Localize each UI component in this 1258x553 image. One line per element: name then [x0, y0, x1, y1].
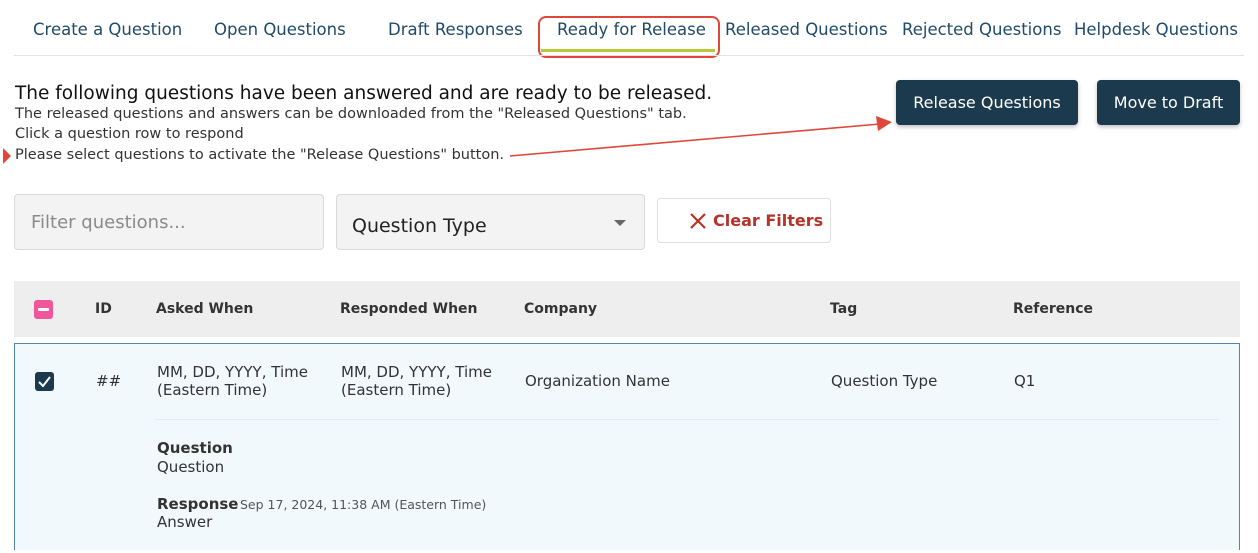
caret-down-icon — [614, 220, 626, 226]
row-id: ## — [96, 372, 122, 390]
row-tag: Question Type — [831, 372, 938, 390]
filter-questions-input[interactable] — [14, 194, 324, 250]
column-header-company[interactable]: Company — [524, 301, 597, 317]
row-checkbox[interactable] — [35, 372, 54, 391]
row-responded-when-date: MM, DD, YYYY, Time — [341, 363, 492, 381]
row-detail-divider — [155, 419, 1219, 420]
column-header-id[interactable]: ID — [95, 301, 112, 317]
table-header: ID Asked When Responded When Company Tag… — [14, 281, 1240, 337]
select-all-checkbox[interactable] — [34, 300, 53, 319]
column-header-tag[interactable]: Tag — [830, 301, 857, 317]
question-text: Question — [157, 458, 225, 476]
column-header-reference[interactable]: Reference — [1013, 301, 1093, 317]
clear-filters-label: Clear Filters — [713, 211, 824, 230]
row-reference: Q1 — [1014, 372, 1036, 390]
close-icon — [690, 213, 706, 229]
row-responded-when-zone: (Eastern Time) — [341, 381, 452, 399]
clear-filters-button[interactable]: Clear Filters — [657, 198, 831, 243]
tab-draft-responses[interactable]: Draft Responses — [388, 20, 523, 39]
column-header-responded-when[interactable]: Responded When — [340, 301, 478, 317]
response-label: Response — [157, 495, 239, 513]
tab-rejected-questions[interactable]: Rejected Questions — [902, 20, 1061, 39]
release-questions-button[interactable]: Release Questions — [896, 80, 1078, 125]
response-text: Answer — [157, 513, 213, 531]
intro-click-note: Click a question row to respond — [15, 126, 244, 142]
intro-select-note: Please select questions to activate the … — [15, 147, 505, 163]
tab-helpdesk-questions[interactable]: Helpdesk Questions — [1074, 20, 1238, 39]
tab-open-questions[interactable]: Open Questions — [214, 20, 346, 39]
response-timestamp: Sep 17, 2024, 11:38 AM (Eastern Time) — [240, 497, 487, 512]
question-label: Question — [157, 439, 233, 457]
tab-divider — [14, 55, 1244, 56]
tab-bar: Create a Question Open Questions Draft R… — [0, 0, 1258, 58]
intro-heading: The following questions have been answer… — [15, 83, 713, 104]
tab-released-questions[interactable]: Released Questions — [725, 20, 888, 39]
annotation-highlight-box — [538, 16, 720, 58]
table-row[interactable]: ## MM, DD, YYYY, Time (Eastern Time) MM,… — [14, 343, 1240, 550]
annotation-marker — [3, 148, 11, 164]
intro-download-note: The released questions and answers can b… — [15, 106, 687, 122]
checkmark-icon — [38, 376, 51, 388]
row-asked-when-date: MM, DD, YYYY, Time — [157, 363, 308, 381]
question-type-select-value: Question Type — [352, 215, 487, 237]
column-header-asked-when[interactable]: Asked When — [156, 301, 253, 317]
move-to-draft-button[interactable]: Move to Draft — [1097, 80, 1240, 125]
question-type-select[interactable]: Question Type — [336, 194, 645, 250]
row-company: Organization Name — [525, 372, 670, 390]
tab-create-question[interactable]: Create a Question — [33, 20, 182, 39]
row-asked-when-zone: (Eastern Time) — [157, 381, 268, 399]
